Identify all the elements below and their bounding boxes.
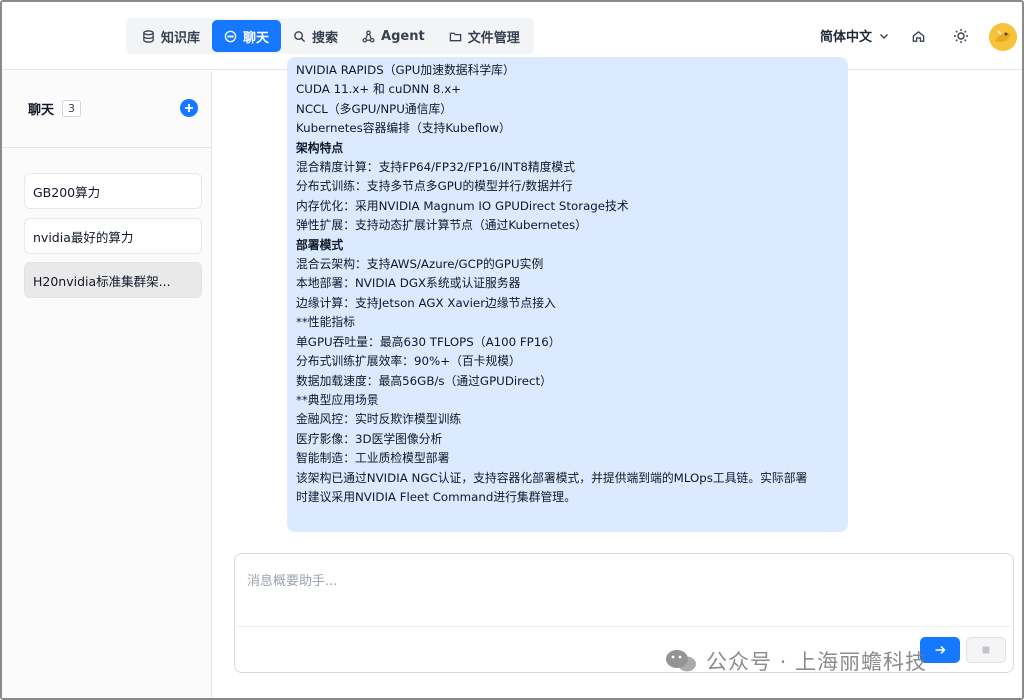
message-line: 单GPU吞吐量：最高630 TFLOPS（A100 FP16） bbox=[296, 334, 561, 349]
conversation-item-active[interactable]: H20nvidia标准集群架... bbox=[24, 262, 202, 298]
message-line: CUDA 11.x+ 和 cuDNN 8.x+ bbox=[296, 82, 462, 97]
message-line: 分布式训练扩展效率：90%+（百卡规模） bbox=[296, 354, 521, 369]
message-line: 医疗影像：3D医学图像分析 bbox=[296, 431, 443, 446]
secondary-action-button[interactable] bbox=[966, 637, 1006, 663]
tab-label: 知识库 bbox=[161, 30, 201, 46]
tab-label: 聊天 bbox=[243, 30, 270, 46]
new-chat-button[interactable] bbox=[180, 99, 198, 117]
app-window: 知识库 聊天 搜索 Agent 文件管理 简体中文 聊天 3 GB200算力 n… bbox=[0, 0, 1024, 700]
tab-agent[interactable]: Agent bbox=[350, 20, 437, 52]
watermark-text: 公众号 · 上海丽蟾科技 bbox=[706, 650, 928, 674]
tab-file-management[interactable]: 文件管理 bbox=[437, 20, 532, 52]
message-section-heading: 部署模式 bbox=[296, 237, 344, 252]
message-line: 弹性扩展：支持动态扩展计算节点（通过Kubernetes） bbox=[296, 218, 587, 233]
conversation-item[interactable]: nvidia最好的算力 bbox=[24, 218, 202, 254]
message-line: 该架构已通过NVIDIA NGC认证，支持容器化部署模式，并提供端到端的MLOp… bbox=[296, 470, 808, 485]
sidebar-title: 聊天 bbox=[28, 103, 55, 118]
tab-label: 搜索 bbox=[312, 30, 339, 46]
tab-label: Agent bbox=[381, 28, 425, 44]
theme-toggle-button[interactable] bbox=[950, 25, 972, 47]
message-line: 混合云架构：支持AWS/Azure/GCP的GPU实例 bbox=[296, 257, 544, 272]
message-line: 混合精度计算：支持FP64/FP32/FP16/INT8精度模式 bbox=[296, 160, 576, 175]
message-line: 智能制造：工业质检模型部署 bbox=[296, 451, 450, 466]
sidebar-divider bbox=[2, 147, 211, 148]
tab-chat[interactable]: 聊天 bbox=[212, 20, 282, 52]
composer-divider bbox=[235, 626, 1013, 627]
message-line: 数据加载速度：最高56GB/s（通过GPUDirect） bbox=[296, 373, 552, 388]
database-icon bbox=[143, 29, 154, 43]
message-line: **典型应用场景 bbox=[296, 392, 379, 407]
message-line: 本地部署：NVIDIA DGX系统或认证服务器 bbox=[296, 276, 521, 291]
home-icon bbox=[912, 30, 924, 42]
chat-icon bbox=[224, 30, 237, 42]
plus-icon bbox=[185, 104, 193, 112]
user-avatar[interactable] bbox=[989, 23, 1017, 51]
folder-icon bbox=[449, 32, 461, 41]
tab-label: 文件管理 bbox=[467, 30, 520, 46]
search-icon bbox=[294, 30, 306, 42]
message-input[interactable] bbox=[247, 570, 987, 592]
avatar-image-icon bbox=[989, 23, 1017, 51]
sidebar-header: 聊天 3 bbox=[28, 99, 82, 118]
message-content: NVIDIA RAPIDS（GPU加速数据科学库） CUDA 11.x+ 和 cu… bbox=[296, 61, 838, 507]
tab-knowledge-base[interactable]: 知识库 bbox=[130, 20, 212, 52]
home-button[interactable] bbox=[907, 25, 929, 47]
language-label: 简体中文 bbox=[820, 30, 873, 45]
message-section-heading: 架构特点 bbox=[296, 140, 344, 155]
message-line: 边缘计算：支持Jetson AGX Xavier边缘节点接入 bbox=[296, 295, 556, 310]
message-line: 分布式训练：支持多节点多GPU的模型并行/数据并行 bbox=[296, 179, 573, 194]
agent-graph-icon bbox=[362, 30, 375, 42]
wechat-icon bbox=[666, 650, 696, 672]
send-icon bbox=[935, 645, 946, 655]
conversation-item[interactable]: GB200算力 bbox=[24, 173, 202, 209]
chevron-down-icon bbox=[880, 33, 889, 39]
message-line: NVIDIA RAPIDS（GPU加速数据科学库） bbox=[296, 63, 515, 77]
conversation-count-badge: 3 bbox=[62, 100, 82, 117]
message-line: 金融风控：实时反欺诈模型训练 bbox=[296, 412, 462, 427]
watermark: 公众号 · 上海丽蟾科技 bbox=[664, 646, 927, 676]
message-line: Kubernetes容器编排（支持Kubeflow） bbox=[296, 121, 511, 136]
language-selector[interactable]: 简体中文 bbox=[820, 26, 890, 45]
conversation-sidebar: 聊天 3 GB200算力 nvidia最好的算力 H20nvidia标准集群架.… bbox=[2, 71, 212, 698]
assistant-message-bubble: NVIDIA RAPIDS（GPU加速数据科学库） CUDA 11.x+ 和 cu… bbox=[287, 57, 848, 532]
stop-icon bbox=[982, 646, 990, 654]
message-line: 内存优化：采用NVIDIA Magnum IO GPUDirect Storag… bbox=[296, 198, 629, 213]
message-line: **性能指标 bbox=[296, 315, 355, 330]
main-nav-tabs: 知识库 聊天 搜索 Agent 文件管理 bbox=[126, 18, 534, 54]
chat-main-panel: NVIDIA RAPIDS（GPU加速数据科学库） CUDA 11.x+ 和 cu… bbox=[213, 57, 1022, 698]
message-line: NCCL（多GPU/NPU通信库） bbox=[296, 101, 453, 116]
tab-search[interactable]: 搜索 bbox=[281, 20, 350, 52]
sun-icon bbox=[954, 29, 968, 43]
message-line: 时建议采用NVIDIA Fleet Command进行集群管理。 bbox=[296, 489, 576, 504]
